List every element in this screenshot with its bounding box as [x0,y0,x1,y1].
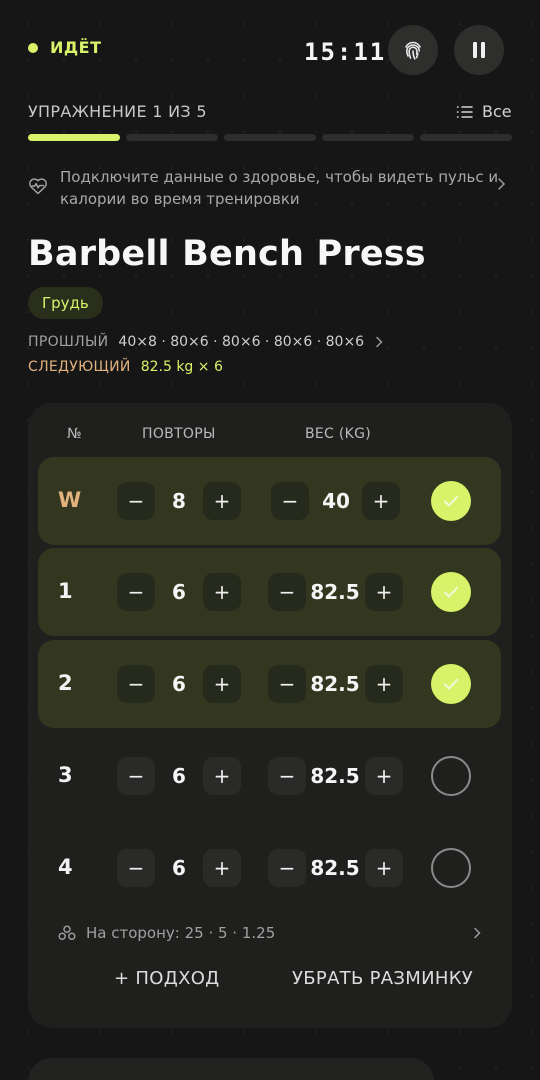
set-number-header: № [67,426,82,442]
remove-warmup-button[interactable]: УБРАТЬ РАЗМИНКУ [292,968,473,989]
weight-decrement-button[interactable]: − [268,573,306,611]
weight-increment-button[interactable]: + [365,665,403,703]
progress-segment [126,134,218,141]
chevron-right-icon [474,927,481,939]
weight-value[interactable]: 40 [306,489,366,513]
health-data-banner[interactable]: Подключите данные о здоровье, чтобы виде… [28,166,512,210]
next-value: 82.5 kg × 6 [140,359,223,375]
next-target-row: СЛЕДУЮЩИЙ 82.5 kg × 6 [28,359,223,375]
weight-value[interactable]: 82.5 [305,856,365,880]
weight-increment-button[interactable]: + [365,757,403,795]
chevron-right-icon [376,336,383,348]
set-complete-checkbox[interactable] [431,848,471,888]
reps-value[interactable]: 6 [149,764,209,788]
previous-label: ПРОШЛЫЙ [28,334,109,350]
set-complete-checkbox[interactable] [431,481,471,521]
reps-header: ПОВТОРЫ [142,426,216,442]
progress-segment [224,134,316,141]
all-exercises-button[interactable]: Все [456,102,512,121]
checkmark-icon [444,587,458,598]
all-exercises-label: Все [482,102,512,121]
next-label: СЛЕДУЮЩИЙ [28,359,131,375]
set-number: 3 [58,763,73,787]
workout-timer: 15:11 [304,38,387,66]
heart-pulse-icon [29,178,47,195]
weight-decrement-button[interactable]: − [268,665,306,703]
reps-value[interactable]: 8 [149,489,209,513]
pause-icon [473,42,485,58]
set-number: 4 [58,855,73,879]
set-row: 3−6 + −82.5 + [38,732,501,820]
pause-button[interactable] [454,25,504,75]
chevron-right-icon [498,178,506,190]
set-row: 2−6 + −82.5 + [38,640,501,728]
progress-segment [322,134,414,141]
reps-value[interactable]: 6 [149,672,209,696]
checkmark-icon [444,679,458,690]
workout-status: ИДЁТ [28,38,101,57]
weight-increment-button[interactable]: + [365,573,403,611]
weight-value[interactable]: 82.5 [305,764,365,788]
exercise-progress-bar [28,134,512,141]
weight-decrement-button[interactable]: − [268,757,306,795]
set-row: 4−6 + −82.5 + [38,824,501,912]
set-complete-checkbox[interactable] [431,664,471,704]
progress-segment [420,134,512,141]
status-dot [28,42,38,53]
reps-increment-button[interactable]: + [203,665,241,703]
set-number: W [58,488,82,512]
plates-info[interactable]: На сторону: 25 · 5 · 1.25 [58,924,482,942]
previous-sets-row[interactable]: ПРОШЛЫЙ 40×8 · 80×6 · 80×6 · 80×6 · 80×6 [28,334,384,350]
list-icon [456,105,473,118]
progress-segment [28,134,120,141]
set-number: 1 [58,579,73,603]
set-row: W −8 + −40 + [38,457,501,545]
reps-value[interactable]: 6 [149,856,209,880]
status-label: ИДЁТ [50,38,102,57]
previous-value: 40×8 · 80×6 · 80×6 · 80×6 · 80×6 [118,334,365,350]
reps-increment-button[interactable]: + [203,482,241,520]
set-complete-checkbox[interactable] [431,572,471,612]
reps-increment-button[interactable]: + [203,573,241,611]
exercise-title: Barbell Bench Press [28,234,426,274]
plates-text: На сторону: 25 · 5 · 1.25 [86,924,276,942]
set-row: 1−6 + −82.5 + [38,548,501,636]
checkmark-icon [444,496,458,507]
weight-value[interactable]: 82.5 [305,672,365,696]
weight-increment-button[interactable]: + [365,849,403,887]
muscle-group-tag: Грудь [28,287,103,319]
set-complete-checkbox[interactable] [431,756,471,796]
weight-value[interactable]: 82.5 [305,580,365,604]
exercise-counter: УПРАЖНЕНИЕ 1 ИЗ 5 [28,102,207,121]
fingerprint-icon [405,41,421,60]
plates-icon [58,925,76,941]
add-set-button[interactable]: + ПОДХОД [114,968,220,989]
health-banner-text: Подключите данные о здоровье, чтобы виде… [60,168,499,208]
weight-header: ВЕС (KG) [305,426,372,442]
set-number: 2 [58,671,73,695]
reps-increment-button[interactable]: + [203,757,241,795]
next-exercise-card[interactable] [28,1058,434,1080]
weight-decrement-button[interactable]: − [271,482,309,520]
reps-value[interactable]: 6 [149,580,209,604]
weight-decrement-button[interactable]: − [268,849,306,887]
reps-increment-button[interactable]: + [203,849,241,887]
weight-increment-button[interactable]: + [362,482,400,520]
fingerprint-button[interactable] [388,25,438,75]
